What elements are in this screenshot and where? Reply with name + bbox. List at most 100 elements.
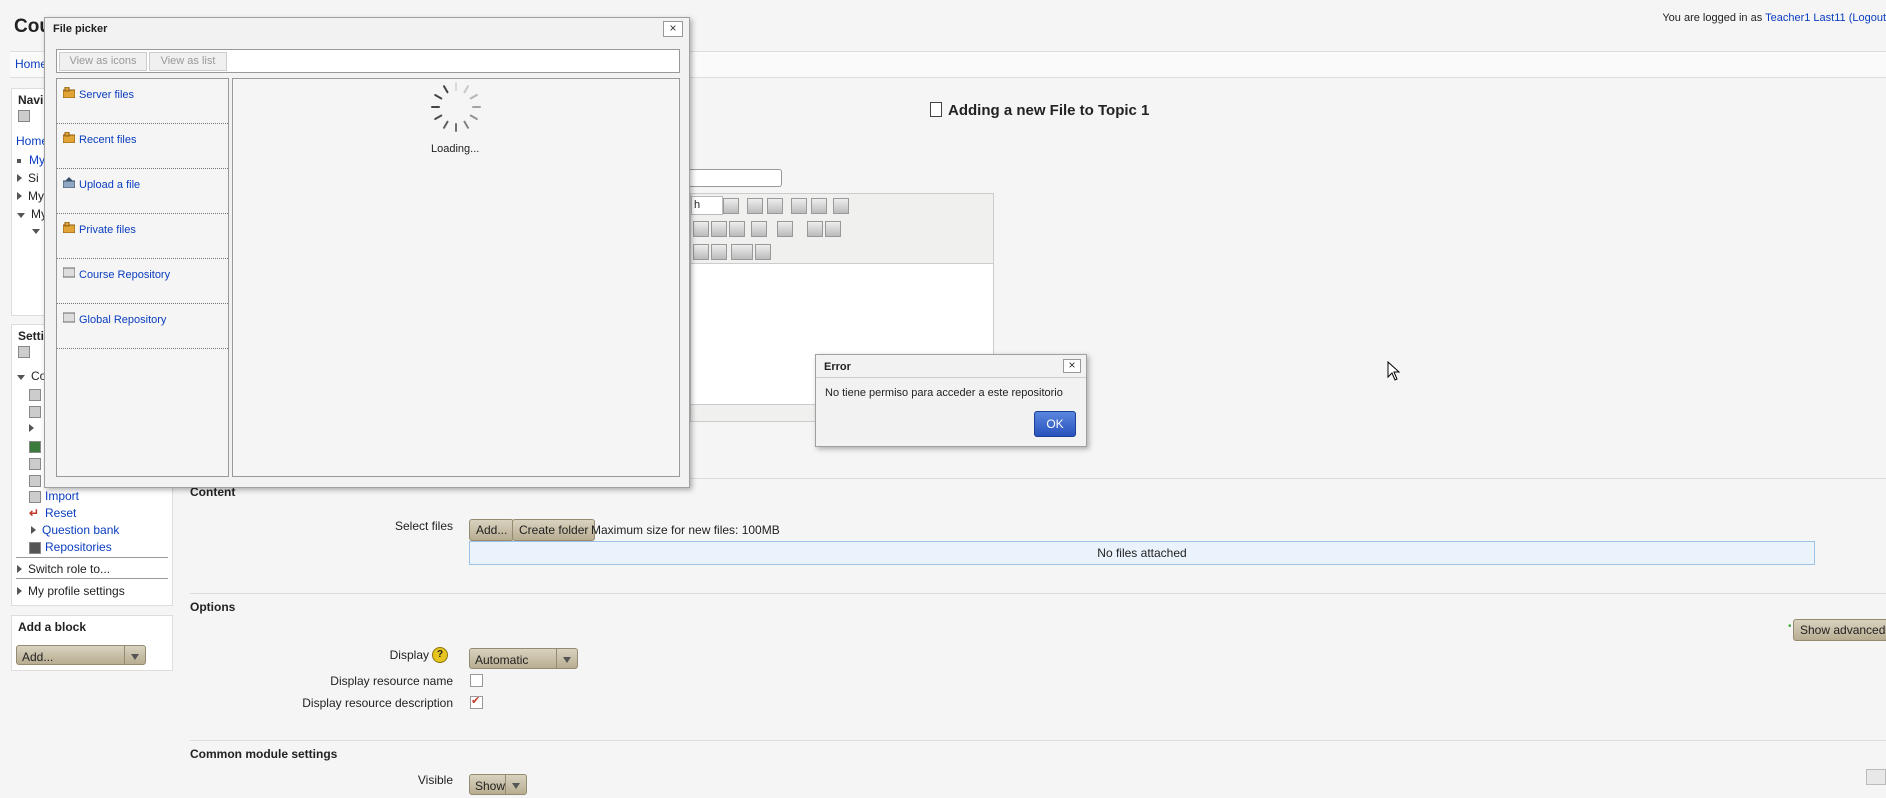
recent-files-icon bbox=[63, 132, 75, 143]
options-section-legend: Options bbox=[190, 593, 1886, 614]
expand-icon bbox=[17, 174, 22, 182]
view-toolbar: View as icons View as list bbox=[56, 49, 680, 73]
user-name-link[interactable]: Teacher1 Last11 bbox=[1765, 12, 1846, 24]
expand-icon bbox=[17, 565, 22, 573]
repo-upload-file[interactable]: Upload a file bbox=[57, 169, 228, 214]
grades-icon[interactable] bbox=[29, 439, 45, 453]
html-icon[interactable] bbox=[731, 244, 753, 260]
repository-icon bbox=[63, 267, 75, 278]
name-input[interactable] bbox=[688, 169, 782, 187]
repo-server-files[interactable]: Server files bbox=[57, 79, 228, 124]
files-dropzone[interactable]: No files attached bbox=[469, 541, 1815, 565]
rtl-icon[interactable] bbox=[825, 221, 841, 237]
repo-recent-files[interactable]: Recent files bbox=[57, 124, 228, 169]
add-block-title: Add a block bbox=[18, 620, 87, 634]
display-description-label: Display resource description bbox=[302, 696, 453, 710]
repo-course-repository[interactable]: Course Repository bbox=[57, 259, 228, 304]
highlight-icon[interactable] bbox=[777, 221, 793, 237]
server-files-icon bbox=[63, 87, 75, 98]
add-file-button[interactable]: Add... bbox=[469, 519, 515, 541]
add-block: Add a block Add... bbox=[11, 615, 173, 671]
navigation-block-controls[interactable] bbox=[18, 108, 34, 122]
text-color-icon[interactable] bbox=[751, 221, 767, 237]
dock-icon[interactable] bbox=[1866, 769, 1886, 785]
paste-word-icon[interactable] bbox=[729, 221, 745, 237]
settings-reset[interactable]: ↵ Reset bbox=[29, 506, 76, 520]
nav-item-site[interactable]: Si bbox=[17, 171, 39, 185]
repo-private-files[interactable]: Private files bbox=[57, 214, 228, 259]
edit-icon[interactable] bbox=[711, 244, 727, 260]
login-prefix: You are logged in as bbox=[1662, 12, 1763, 24]
show-advanced-button[interactable]: Show advanced bbox=[1793, 619, 1886, 641]
move-icon[interactable] bbox=[18, 109, 30, 122]
edit-icon[interactable] bbox=[29, 387, 45, 401]
view-as-list-button[interactable]: View as list bbox=[149, 52, 227, 71]
logout-link[interactable]: (Logout bbox=[1849, 12, 1886, 24]
advanced-marker-icon: • bbox=[1788, 621, 1792, 632]
repositories-icon bbox=[29, 541, 41, 554]
file-picker-dialog: File picker × View as icons View as list… bbox=[44, 17, 690, 488]
upload-icon bbox=[63, 177, 75, 188]
editor-toolbar: h bbox=[691, 194, 993, 264]
loading-spinner-icon bbox=[431, 82, 481, 132]
settings-my-profile[interactable]: My profile settings bbox=[17, 584, 125, 598]
insert-link-icon[interactable] bbox=[693, 221, 709, 237]
anchor-icon[interactable] bbox=[693, 244, 709, 260]
breadcrumb-home[interactable]: Home bbox=[15, 57, 47, 71]
settings-import[interactable]: Import bbox=[29, 489, 79, 503]
private-files-icon bbox=[63, 222, 75, 233]
error-dialog: Error × No tiene permiso para acceder a … bbox=[815, 354, 1087, 447]
settings-switch-role[interactable]: Switch role to... bbox=[17, 562, 110, 576]
max-size-label: Maximum size for new files: 100MB bbox=[591, 523, 780, 537]
settings-question-bank[interactable]: Question bank bbox=[31, 523, 119, 537]
nav-item-my-profile[interactable]: My bbox=[17, 189, 44, 203]
loading-text: Loading... bbox=[431, 143, 480, 155]
display-select[interactable]: Automatic bbox=[469, 648, 578, 669]
font-size-select[interactable]: h bbox=[691, 196, 723, 215]
reset-icon: ↵ bbox=[29, 506, 40, 520]
create-folder-button[interactable]: Create folder bbox=[512, 519, 596, 541]
add-block-select[interactable]: Add... bbox=[16, 645, 146, 665]
error-message: No tiene permiso para acceder a este rep… bbox=[825, 387, 1063, 399]
help-icon[interactable]: ? bbox=[432, 647, 448, 663]
ok-button[interactable]: OK bbox=[1034, 411, 1076, 437]
expand-icon[interactable] bbox=[29, 421, 40, 435]
chevron-down-icon bbox=[505, 775, 526, 794]
settings-course-admin[interactable]: Co bbox=[17, 369, 46, 383]
find-icon[interactable] bbox=[791, 198, 807, 214]
nav-item-my-home[interactable]: My bbox=[17, 153, 45, 167]
file-icon bbox=[930, 102, 942, 117]
chevron-down-icon bbox=[556, 649, 577, 668]
visible-select[interactable]: Show bbox=[469, 774, 527, 795]
repository-list: Server files Recent files Upload a file … bbox=[56, 78, 229, 477]
common-section-legend: Common module settings bbox=[190, 740, 1886, 761]
fullscreen-icon[interactable] bbox=[833, 198, 849, 214]
collapse-icon bbox=[32, 229, 40, 234]
collapse-icon bbox=[17, 375, 25, 380]
display-name-checkbox[interactable] bbox=[470, 674, 483, 687]
restore-icon[interactable] bbox=[29, 473, 45, 487]
repo-global-repository[interactable]: Global Repository bbox=[57, 304, 228, 349]
settings-repositories[interactable]: Repositories bbox=[29, 540, 112, 554]
expand-icon bbox=[31, 526, 36, 534]
expand-icon bbox=[17, 192, 22, 200]
backup-icon[interactable] bbox=[29, 456, 45, 470]
redo-icon[interactable] bbox=[767, 198, 783, 214]
spellcheck-icon[interactable] bbox=[755, 244, 771, 260]
repository-icon bbox=[63, 312, 75, 323]
view-as-icons-button[interactable]: View as icons bbox=[59, 52, 147, 71]
move-icon[interactable] bbox=[18, 345, 30, 358]
paste-icon[interactable] bbox=[711, 221, 727, 237]
display-description-checkbox[interactable] bbox=[470, 694, 483, 709]
visible-label: Visible bbox=[417, 773, 453, 787]
replace-icon[interactable] bbox=[811, 198, 827, 214]
page-icon[interactable] bbox=[29, 404, 45, 418]
close-icon[interactable]: × bbox=[663, 21, 683, 37]
select-files-label: Select files bbox=[394, 519, 453, 533]
settings-block-controls[interactable] bbox=[18, 344, 34, 358]
close-icon[interactable]: × bbox=[1063, 359, 1081, 373]
chevron-down-icon[interactable] bbox=[723, 198, 739, 214]
undo-icon[interactable] bbox=[747, 198, 763, 214]
ltr-icon[interactable] bbox=[807, 221, 823, 237]
nav-item-my-courses[interactable]: My bbox=[17, 207, 47, 221]
